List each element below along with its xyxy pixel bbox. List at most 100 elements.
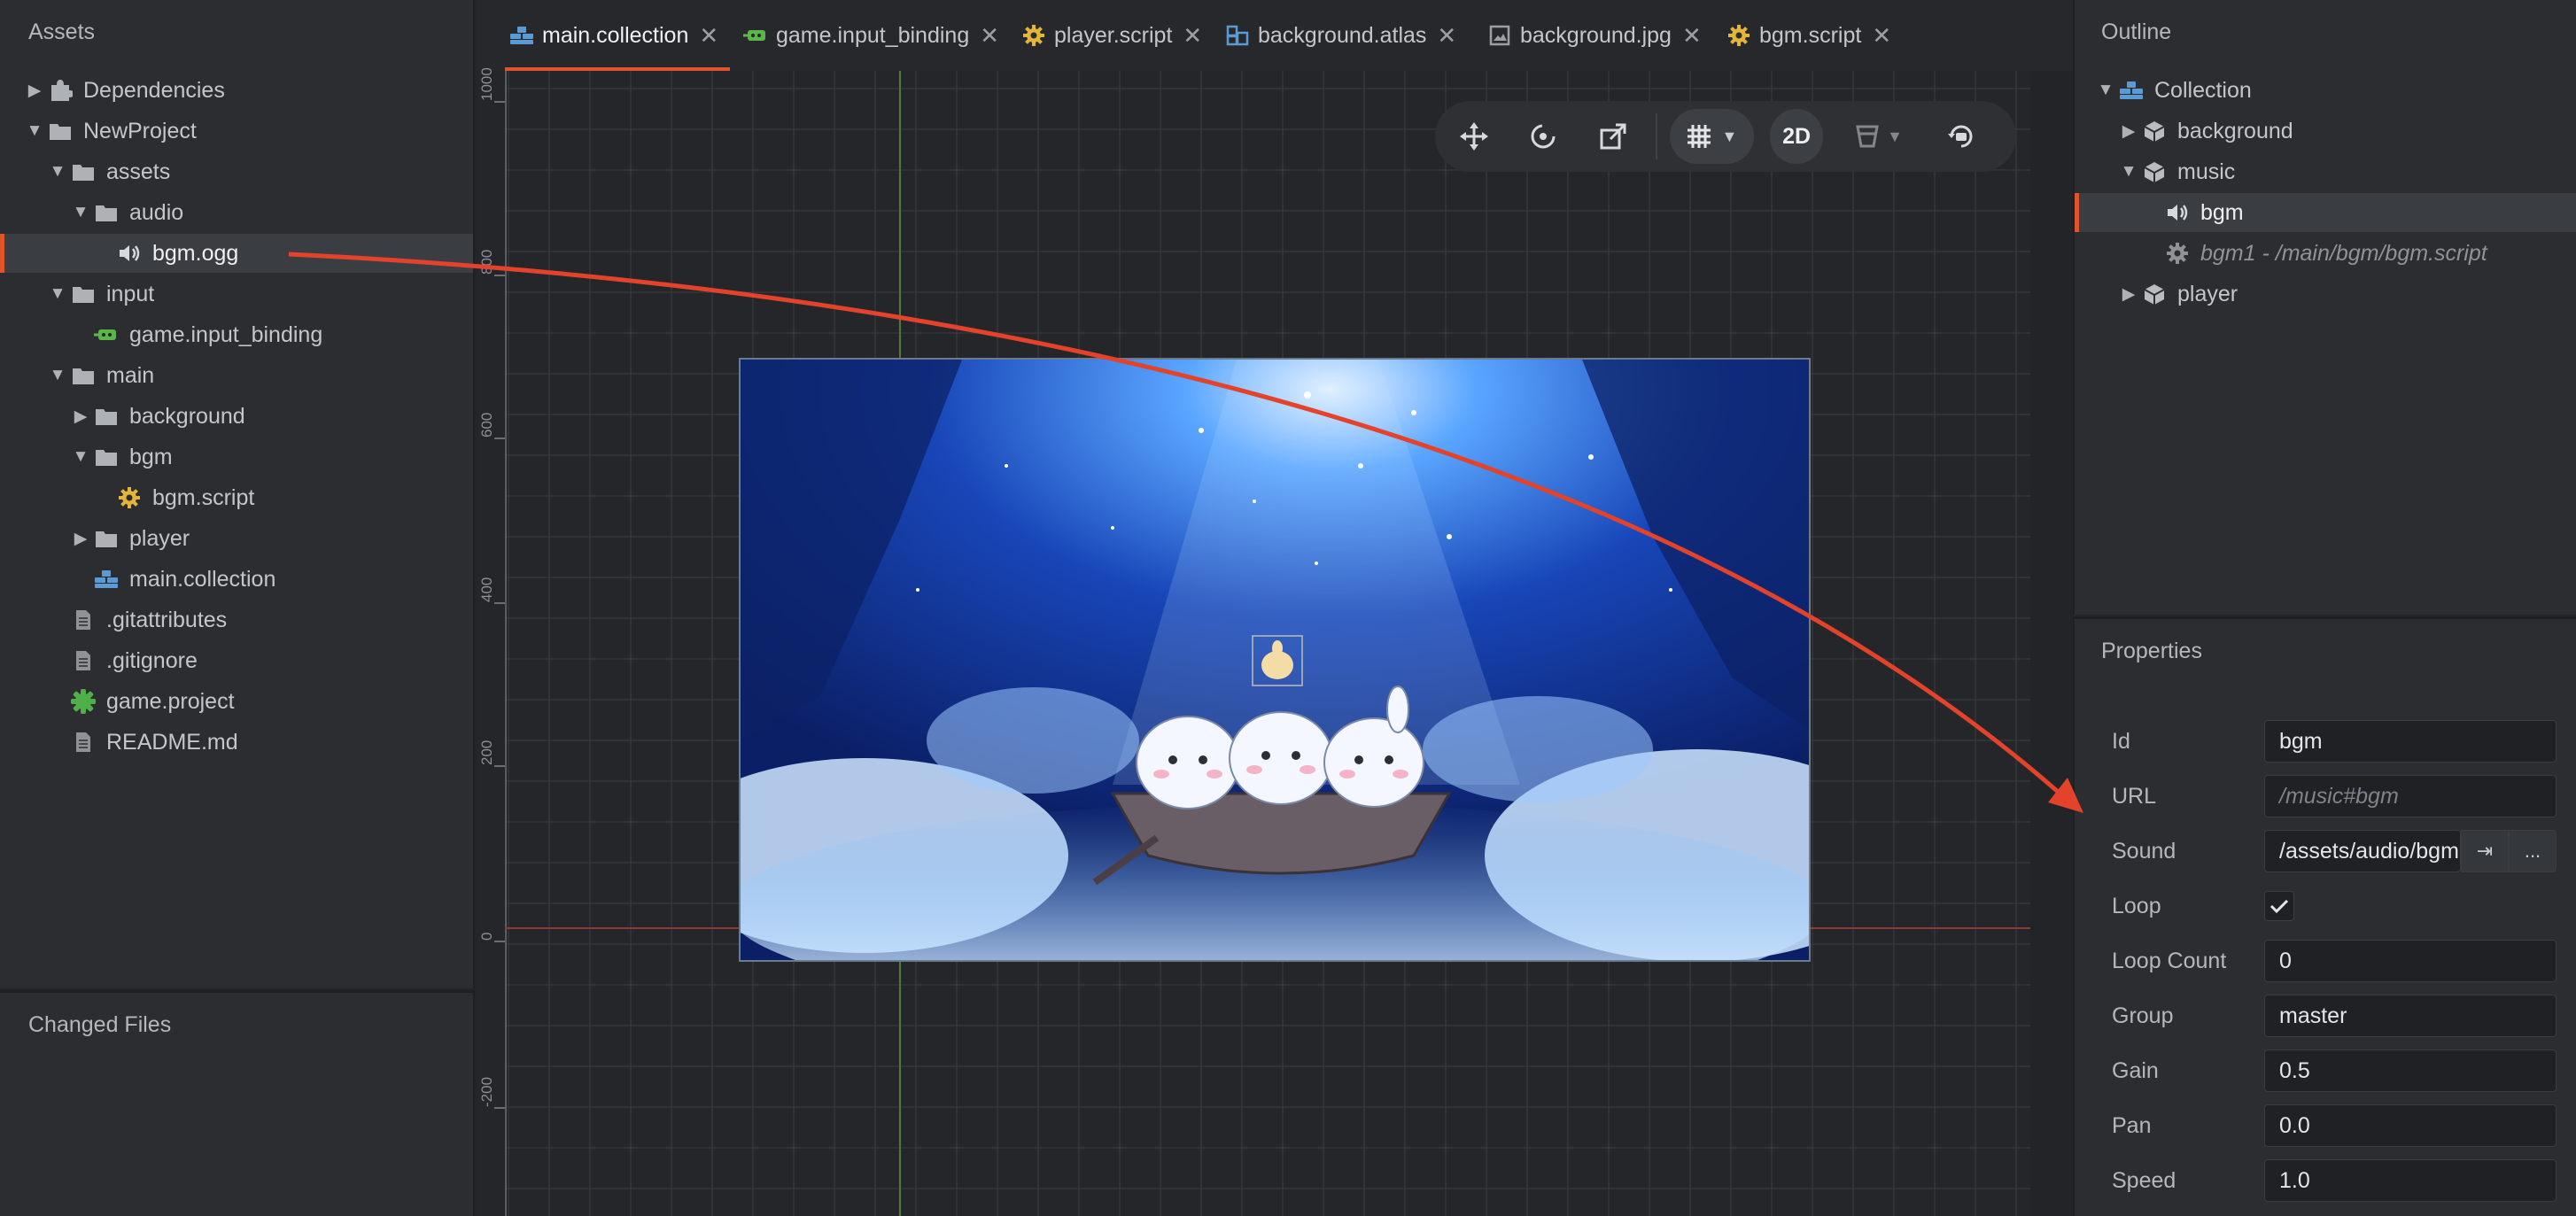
- outline-item[interactable]: ▶ player: [2075, 275, 2576, 314]
- tab-bgm-script[interactable]: bgm.script ✕: [1726, 0, 1894, 71]
- asset-item-label: README.md: [106, 729, 238, 755]
- sound-resource-input[interactable]: /assets/audio/bgm.ogg: [2264, 830, 2461, 872]
- group-input[interactable]: master: [2264, 995, 2557, 1037]
- chevron-down-icon: ▼: [1721, 127, 1738, 145]
- tab-game-input-binding[interactable]: game.input_binding ✕: [742, 0, 1001, 71]
- asset-item[interactable]: ▼ audio: [0, 193, 473, 232]
- folder-icon: [92, 526, 120, 551]
- caret-right-icon[interactable]: ▶: [2117, 120, 2140, 143]
- asset-item[interactable]: game.project: [0, 682, 473, 721]
- tab-main-collection[interactable]: main.collection ✕: [505, 0, 730, 71]
- move-tool-button[interactable]: [1447, 109, 1501, 164]
- ruler-label: 400: [478, 577, 495, 602]
- scale-tool-button[interactable]: [1587, 109, 1640, 164]
- caret-down-icon[interactable]: ▼: [2094, 79, 2117, 102]
- folder-icon: [92, 200, 120, 225]
- outline-item[interactable]: bgm: [2075, 193, 2576, 232]
- asset-item[interactable]: bgm.ogg: [0, 234, 473, 273]
- gameobject-icon: [2140, 159, 2169, 184]
- close-icon[interactable]: ✕: [1872, 22, 1891, 50]
- sound-browse-button[interactable]: ...: [2509, 830, 2557, 872]
- id-input[interactable]: bgm: [2264, 720, 2557, 763]
- caret-down-icon[interactable]: ▼: [46, 160, 69, 183]
- checkmark-icon: [2270, 899, 2289, 914]
- outline-item[interactable]: bgm1 - /main/bgm/bgm.script: [2075, 234, 2576, 273]
- close-icon[interactable]: ✕: [1437, 22, 1456, 50]
- ruler-label: 0: [478, 932, 495, 941]
- caret-down-icon[interactable]: ▼: [46, 283, 69, 306]
- pan-input[interactable]: 0.0: [2264, 1104, 2557, 1147]
- caret-right-icon[interactable]: ▶: [2117, 283, 2140, 306]
- caret-down-icon[interactable]: ▼: [46, 364, 69, 387]
- outline-item-label: background: [2177, 118, 2293, 143]
- caret-down-icon[interactable]: ▼: [23, 120, 46, 143]
- folder-icon: [92, 404, 120, 429]
- outline-item[interactable]: ▶ background: [2075, 112, 2576, 151]
- close-icon[interactable]: ✕: [1682, 22, 1702, 50]
- caret-right-icon[interactable]: ▶: [69, 405, 92, 428]
- loop-count-input[interactable]: 0: [2264, 940, 2557, 982]
- tab-background-jpg[interactable]: background.jpg ✕: [1486, 0, 1704, 71]
- close-icon[interactable]: ✕: [699, 22, 718, 50]
- asset-item[interactable]: ▼ input: [0, 275, 473, 314]
- property-speed: Speed 1.0: [2075, 1158, 2576, 1204]
- scale-icon: [1600, 123, 1626, 150]
- caret-down-icon[interactable]: ▼: [2117, 160, 2140, 183]
- asset-item[interactable]: .gitignore: [0, 641, 473, 680]
- visibility-filter-button[interactable]: ▼: [1839, 109, 1918, 164]
- tab-label: game.input_binding: [776, 22, 970, 48]
- property-gain-label: Gain: [2112, 1057, 2159, 1083]
- collection-icon: [92, 567, 120, 592]
- asset-item[interactable]: ▼ bgm: [0, 438, 473, 476]
- image-icon: [1486, 23, 1513, 48]
- asset-item[interactable]: bgm.script: [0, 478, 473, 517]
- camera-reset-button[interactable]: [1935, 109, 1988, 164]
- tab-label: main.collection: [542, 22, 689, 48]
- grid-settings-button[interactable]: ▼: [1669, 109, 1754, 164]
- tab-label: player.script: [1054, 22, 1173, 48]
- asset-item[interactable]: game.input_binding: [0, 315, 473, 354]
- close-icon[interactable]: ✕: [1183, 22, 1202, 50]
- mode-2d-button[interactable]: 2D: [1770, 109, 1824, 164]
- asset-item[interactable]: README.md: [0, 723, 473, 762]
- asset-item[interactable]: .gitattributes: [0, 600, 473, 639]
- background-sprite[interactable]: [739, 358, 1811, 962]
- asset-item[interactable]: ▼ NewProject: [0, 112, 473, 151]
- asset-item[interactable]: ▶ player: [0, 519, 473, 558]
- asset-item[interactable]: ▼ main: [0, 356, 473, 395]
- sound-goto-button[interactable]: ⇥: [2461, 830, 2509, 872]
- outline-item[interactable]: ▼ Collection: [2075, 71, 2576, 110]
- loop-checkbox[interactable]: [2264, 891, 2294, 921]
- speed-input[interactable]: 1.0: [2264, 1159, 2557, 1202]
- asset-item[interactable]: ▼ assets: [0, 152, 473, 191]
- toolbar-separator: [1655, 113, 1657, 159]
- outline-panel: Outline ▼ Collection ▶ background ▼ music bgm b…: [2073, 0, 2576, 615]
- caret-right-icon[interactable]: ▶: [69, 527, 92, 550]
- outline-item[interactable]: ▼ music: [2075, 152, 2576, 191]
- property-sound: Sound /assets/audio/bgm.ogg ⇥ ...: [2075, 828, 2576, 874]
- tab-player-script[interactable]: player.script ✕: [1020, 0, 1205, 71]
- asset-item[interactable]: main.collection: [0, 560, 473, 599]
- asset-item[interactable]: ▶ Dependencies: [0, 71, 473, 110]
- speaker-icon: [115, 241, 144, 266]
- caret-down-icon[interactable]: ▼: [69, 445, 92, 469]
- caret-down-icon[interactable]: ▼: [69, 201, 92, 224]
- asset-item-label: game.project: [106, 688, 235, 714]
- gear-icon: [1020, 23, 1047, 48]
- property-sound-label: Sound: [2112, 838, 2176, 864]
- gain-input[interactable]: 0.5: [2264, 1049, 2557, 1092]
- property-group: Group master: [2075, 993, 2576, 1039]
- rotate-tool-button[interactable]: [1517, 109, 1570, 164]
- gear-icon: [2163, 241, 2192, 266]
- tab-background-atlas[interactable]: background.atlas ✕: [1224, 0, 1467, 71]
- assets-title: Assets: [28, 19, 96, 44]
- close-icon[interactable]: ✕: [980, 22, 999, 50]
- asset-item[interactable]: ▶ background: [0, 397, 473, 436]
- caret-right-icon[interactable]: ▶: [23, 79, 46, 102]
- properties-panel: Properties Id bgm URL /music#bgm Sound /…: [2073, 616, 2576, 1216]
